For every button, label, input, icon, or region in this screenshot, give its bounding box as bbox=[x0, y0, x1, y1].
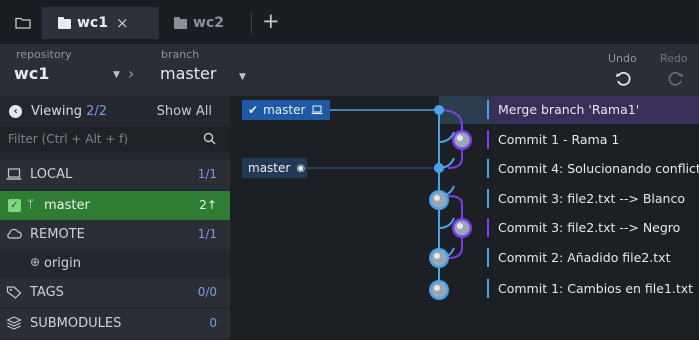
branch-caption: branch bbox=[161, 48, 200, 61]
checkmark-icon: ✔ bbox=[248, 103, 259, 117]
commit-lane-bar bbox=[487, 248, 489, 267]
cloud-icon bbox=[7, 228, 22, 239]
sidebar-section-remote[interactable]: REMOTE 1/1 bbox=[0, 220, 230, 249]
branch-tag-label: master bbox=[248, 161, 291, 175]
commit-lane-bar bbox=[487, 130, 489, 149]
avatar bbox=[429, 248, 449, 268]
globe-icon: ⊕ bbox=[30, 255, 41, 269]
tag-icon bbox=[6, 286, 22, 299]
redo-label: Redo bbox=[660, 52, 688, 65]
undo-label: Undo bbox=[608, 52, 637, 65]
sidebar-section-count: 0/0 bbox=[197, 285, 217, 299]
commit-lane-bar bbox=[487, 189, 489, 208]
local-branch-tag[interactable]: ✔ master bbox=[242, 100, 330, 120]
commit-message[interactable]: Merge branch 'Rama1' bbox=[498, 102, 699, 117]
viewing-row: ‹ Viewing 2/2 Show All bbox=[0, 96, 230, 126]
search-icon[interactable] bbox=[203, 132, 216, 145]
sidebar-section-label: LOCAL bbox=[30, 167, 73, 182]
sidebar-item-label: master bbox=[44, 198, 90, 213]
branch-tag-label: master bbox=[263, 103, 306, 117]
branch-icon: ᛘ bbox=[27, 197, 35, 211]
sidebar-section-local[interactable]: LOCAL 1/1 bbox=[0, 160, 230, 189]
show-all-button[interactable]: Show All bbox=[157, 104, 212, 119]
viewing-label: Viewing 2/2 bbox=[31, 104, 107, 119]
undo-icon[interactable] bbox=[615, 71, 631, 87]
commit-message[interactable]: Commit 2: Añadido file2.txt bbox=[498, 250, 699, 265]
merge-node bbox=[434, 105, 444, 115]
folder-icon bbox=[174, 17, 187, 29]
tab-wc2[interactable]: wc2 bbox=[162, 7, 248, 39]
caret-down-icon[interactable]: ▼ bbox=[113, 70, 120, 80]
tab-wc1[interactable]: wc1 × bbox=[42, 7, 159, 39]
repository-selector[interactable]: wc1 bbox=[14, 64, 49, 83]
redo-icon[interactable] bbox=[668, 71, 684, 87]
commit-lane-bar bbox=[487, 159, 489, 178]
sidebar-section-count: 0 bbox=[209, 316, 217, 330]
folder-icon bbox=[58, 17, 71, 29]
filter-input[interactable] bbox=[0, 126, 200, 152]
checkbox-checked-icon[interactable]: ✓ bbox=[8, 199, 21, 212]
sidebar-section-count: 1/1 bbox=[197, 227, 217, 241]
tab-divider bbox=[251, 12, 252, 34]
avatar bbox=[452, 130, 472, 150]
commit-lane-bar bbox=[487, 218, 489, 237]
close-tab-icon[interactable]: × bbox=[116, 14, 129, 32]
sidebar-section-label: REMOTE bbox=[30, 227, 85, 242]
commit-message[interactable]: Commit 1 - Rama 1 bbox=[498, 132, 699, 147]
ahead-count-badge: 2↑ bbox=[199, 198, 217, 212]
laptop-icon bbox=[311, 105, 323, 115]
avatar bbox=[429, 280, 449, 300]
avatar bbox=[429, 190, 449, 210]
commit-lane-bar bbox=[487, 100, 489, 119]
branch-selector[interactable]: master bbox=[160, 64, 216, 83]
repository-caption: repository bbox=[16, 48, 72, 61]
commit-message[interactable]: Commit 1: Cambios en file1.txt bbox=[498, 281, 699, 296]
collapse-sidebar-icon[interactable]: ‹ bbox=[9, 105, 22, 118]
sidebar-item-label: origin bbox=[44, 256, 82, 271]
filter-box bbox=[0, 126, 230, 152]
tab-label: wc1 bbox=[77, 15, 108, 31]
sidebar-section-count: 1/1 bbox=[197, 167, 217, 181]
viewing-prefix: Viewing bbox=[31, 104, 82, 119]
tab-bar: wc1 × wc2 + bbox=[0, 0, 699, 44]
sidebar-section-tags[interactable]: TAGS 0/0 bbox=[0, 278, 230, 307]
commit-graph-panel: ✔ master master ◉ Merge branch 'Rama1' C… bbox=[230, 96, 699, 340]
target-icon: ◉ bbox=[296, 162, 306, 174]
merge-node bbox=[434, 163, 444, 173]
sidebar-section-label: TAGS bbox=[30, 285, 64, 300]
layers-icon bbox=[6, 316, 22, 330]
commit-lane-bar bbox=[487, 279, 489, 298]
sidebar: ‹ Viewing 2/2 Show All LOCAL 1/1 ✓ ᛘ mas… bbox=[0, 96, 230, 340]
commit-message[interactable]: Commit 3: file2.txt --> Blanco bbox=[498, 191, 699, 206]
sidebar-section-submodules[interactable]: SUBMODULES 0 bbox=[0, 309, 230, 338]
caret-down-icon[interactable]: ▼ bbox=[239, 72, 246, 82]
remote-branch-tag[interactable]: master ◉ bbox=[242, 158, 307, 178]
sidebar-item-origin[interactable]: ⊕ origin bbox=[0, 249, 230, 278]
commit-message[interactable]: Commit 3: file2.txt --> Negro bbox=[498, 220, 699, 235]
avatar bbox=[452, 218, 472, 238]
toolbar bbox=[0, 44, 699, 96]
new-tab-button[interactable]: + bbox=[262, 9, 280, 33]
sidebar-item-master[interactable]: ✓ ᛘ master 2↑ bbox=[0, 191, 230, 220]
laptop-icon bbox=[6, 168, 22, 180]
folder-icon bbox=[15, 17, 31, 29]
tab-label: wc2 bbox=[193, 15, 224, 31]
commit-message[interactable]: Commit 4: Solucionando conflicto bbox=[498, 161, 699, 176]
viewing-count: 2/2 bbox=[86, 104, 108, 119]
chevron-right-icon: › bbox=[128, 64, 135, 83]
open-repo-button[interactable] bbox=[8, 10, 38, 34]
sidebar-section-label: SUBMODULES bbox=[30, 316, 122, 331]
